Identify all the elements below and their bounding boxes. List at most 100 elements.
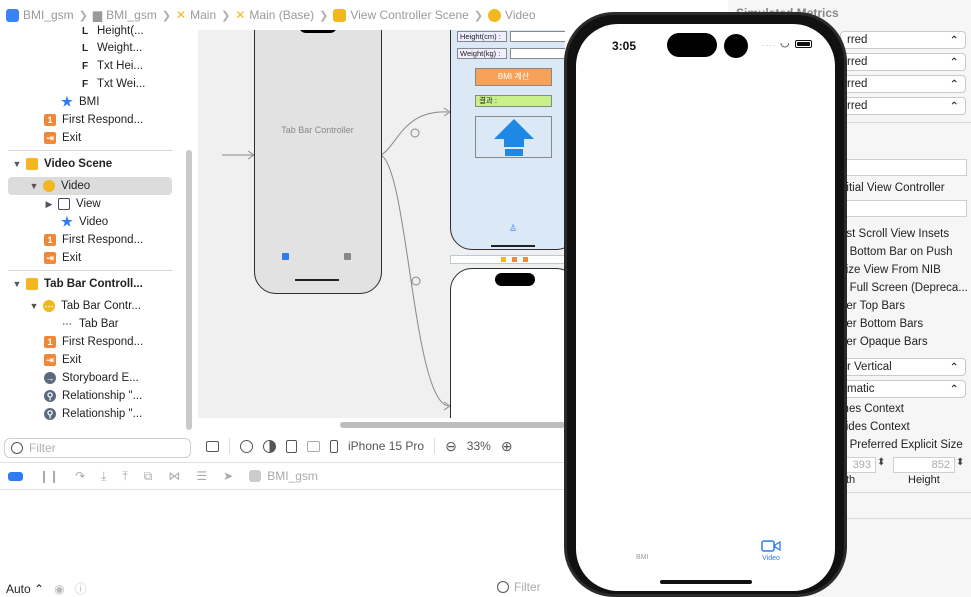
outline-row-video-tabbar-item[interactable]: ★ Video [61, 213, 108, 231]
breadcrumb-label: View Controller Scene [350, 8, 469, 22]
hide-bottom-bar-checkbox[interactable]: e Bottom Bar on Push [840, 243, 970, 261]
view-hierarchy-icon[interactable]: ⧉ [144, 469, 153, 484]
scene-dock[interactable] [450, 255, 565, 264]
outline-row-txt-weight[interactable]: F Txt Wei... [79, 75, 145, 93]
zoom-out-icon[interactable]: ⊖ [445, 438, 457, 455]
bottom-bar-popup[interactable]: rred ⌃ [840, 75, 966, 93]
adjust-scroll-insets-checkbox[interactable]: ust Scroll View Insets [840, 225, 970, 243]
breadcrumb-item-scene[interactable]: View Controller Scene [333, 8, 469, 22]
tab-video[interactable]: Video [761, 539, 781, 565]
console-filter[interactable]: Filter [497, 580, 541, 594]
layout-icon[interactable] [307, 440, 320, 452]
outline-row-storyboard-entry[interactable]: → Storyboard E... [44, 369, 139, 387]
video-scene[interactable] [450, 268, 565, 418]
preferred-size-checkbox[interactable]: e Preferred Explicit Size [840, 436, 971, 454]
checkbox-label: size View From NIB [840, 264, 941, 276]
breadcrumb-item-video[interactable]: Video [488, 8, 536, 22]
eye-icon[interactable]: ◉ [54, 582, 64, 596]
height-field[interactable]: 852 [893, 457, 955, 473]
initial-vc-checkbox[interactable]: nitial View Controller [840, 179, 970, 197]
outline-row-first-responder[interactable]: 1 First Respond... [44, 111, 143, 129]
environment-icon[interactable]: ☰ [196, 469, 207, 483]
project-icon [6, 8, 19, 22]
tab-bmi[interactable]: BMI [636, 554, 648, 561]
appearance-icon[interactable] [263, 439, 276, 453]
top-bar-popup[interactable]: rred ⌃ [840, 53, 966, 71]
outline-row-height-label[interactable]: L Height(... [79, 22, 144, 40]
tabbar-controller-scene[interactable]: Tab Bar Controller [254, 30, 382, 294]
zoom-in-icon[interactable]: ⊕ [501, 438, 513, 455]
storyboard-id-field[interactable] [840, 200, 967, 217]
width-stepper[interactable]: ⬍ [877, 457, 885, 468]
orientation-icon[interactable] [286, 439, 297, 453]
presentation-popup[interactable]: matic ⌃ [840, 380, 966, 398]
pause-icon[interactable]: ❙❙ [39, 469, 59, 483]
under-bottom-bars-checkbox[interactable]: der Bottom Bars [840, 315, 970, 333]
canvas-horizontal-scrollbar[interactable] [340, 422, 565, 428]
height-textfield[interactable] [510, 31, 565, 42]
bmi-scene[interactable]: Height(cm) : Weight(kg) : BMI 계산 결과 : ♙ [450, 30, 565, 250]
console-toggle-icon[interactable] [8, 471, 23, 481]
device-selector[interactable]: iPhone 15 Pro [348, 439, 424, 453]
view-controller-icon [488, 8, 502, 22]
step-over-icon[interactable]: ↷ [75, 469, 85, 483]
outline-row-bmi-tabbar-item[interactable]: ★ BMI [61, 93, 99, 111]
step-out-icon[interactable]: ⤒ [122, 469, 127, 484]
outline-row-first-responder[interactable]: 1 First Respond... [44, 231, 143, 249]
breadcrumb-item-storyboard[interactable]: ✕ Main [176, 8, 216, 22]
outline-row-label: Video [61, 180, 91, 192]
orientation-metrics-popup[interactable]: rred ⌃ [840, 97, 966, 115]
outline-row-relationship[interactable]: ⚲ Relationship "... [44, 405, 142, 423]
resize-from-nib-checkbox[interactable]: size View From NIB [840, 261, 970, 279]
simulator-screen[interactable]: 3:05 ···· ◡ BMI Video [576, 24, 835, 591]
breadcrumb-item-project[interactable]: BMI_gsm [6, 8, 74, 22]
outline-row-view[interactable]: ▶ View [44, 195, 101, 213]
outline-row-exit[interactable]: ⇥ Exit [44, 351, 81, 369]
size-popup[interactable]: rred ⌃ [840, 31, 966, 49]
accessibility-icon[interactable] [240, 439, 253, 453]
outline-row-relationship[interactable]: ⚲ Relationship "... [44, 387, 142, 405]
outline-filter[interactable]: Filter [4, 438, 191, 458]
toolbar-separator [434, 438, 436, 454]
breadcrumb-item-storyboard-base[interactable]: ✕ Main (Base) [235, 8, 314, 22]
outline-row-tabbar[interactable]: ⋯ Tab Bar [61, 315, 119, 333]
location-icon[interactable]: ➤ [223, 469, 233, 483]
outline-row-first-responder[interactable]: 1 First Respond... [44, 333, 143, 351]
provides-context-checkbox[interactable]: vides Context [840, 418, 970, 436]
outline-row-label: First Respond... [62, 336, 144, 348]
outline-row-tabbar-controller[interactable]: ▼ ⋯ Tab Bar Contr... [29, 297, 141, 315]
chevron-updown-icon: ⌃ [949, 384, 959, 396]
outline-row-video-scene[interactable]: ▼ Video Scene [12, 155, 112, 173]
height-stepper[interactable]: ⬍ [956, 457, 964, 468]
outline-row-exit[interactable]: ⇥ Exit [44, 129, 81, 147]
chevron-down-icon: ▼ [29, 301, 39, 311]
tab-label: Video [762, 555, 780, 562]
step-into-icon[interactable]: ⤓ [101, 469, 106, 484]
info-icon[interactable]: ⓘ [75, 580, 87, 597]
outline-row-video-controller[interactable]: ▼ Video [8, 177, 172, 195]
scene-icon [26, 278, 38, 290]
outline-row-label: Weight... [97, 42, 143, 54]
bmi-calc-button[interactable]: BMI 계산 [475, 68, 552, 86]
device-icon[interactable] [330, 439, 338, 453]
weight-textfield[interactable] [510, 48, 565, 59]
breadcrumb-item-folder[interactable]: ▆ BMI_gsm [93, 8, 157, 22]
auto-selector[interactable]: Auto ⌃ [6, 582, 44, 596]
under-opaque-bars-checkbox[interactable]: der Opaque Bars [840, 333, 970, 351]
outline-row-tabbar-scene[interactable]: ▼ Tab Bar Controll... [12, 275, 143, 293]
outline-scrollbar[interactable] [186, 150, 192, 430]
title-field[interactable] [840, 159, 967, 176]
defines-context-checkbox[interactable]: ines Context [840, 400, 970, 418]
transition-style-popup[interactable]: r Vertical ⌃ [840, 358, 966, 376]
full-screen-checkbox[interactable]: e Full Screen (Depreca... [840, 279, 970, 297]
outline-row-label: Exit [62, 252, 82, 264]
outline-row-weight-label[interactable]: L Weight... [79, 39, 142, 57]
memory-graph-icon[interactable]: ⋈ [168, 469, 180, 483]
outline-row-txt-height[interactable]: F Txt Hei... [79, 57, 143, 75]
under-top-bars-checkbox[interactable]: der Top Bars [840, 297, 970, 315]
zoom-level[interactable]: 33% [467, 439, 491, 453]
outline-row-exit[interactable]: ⇥ Exit [44, 249, 81, 267]
sidebar-toggle-icon[interactable] [206, 440, 219, 452]
storyboard-canvas[interactable]: Tab Bar Controller Height(cm) : Weight(k… [198, 30, 565, 418]
camera-icon [724, 34, 748, 58]
